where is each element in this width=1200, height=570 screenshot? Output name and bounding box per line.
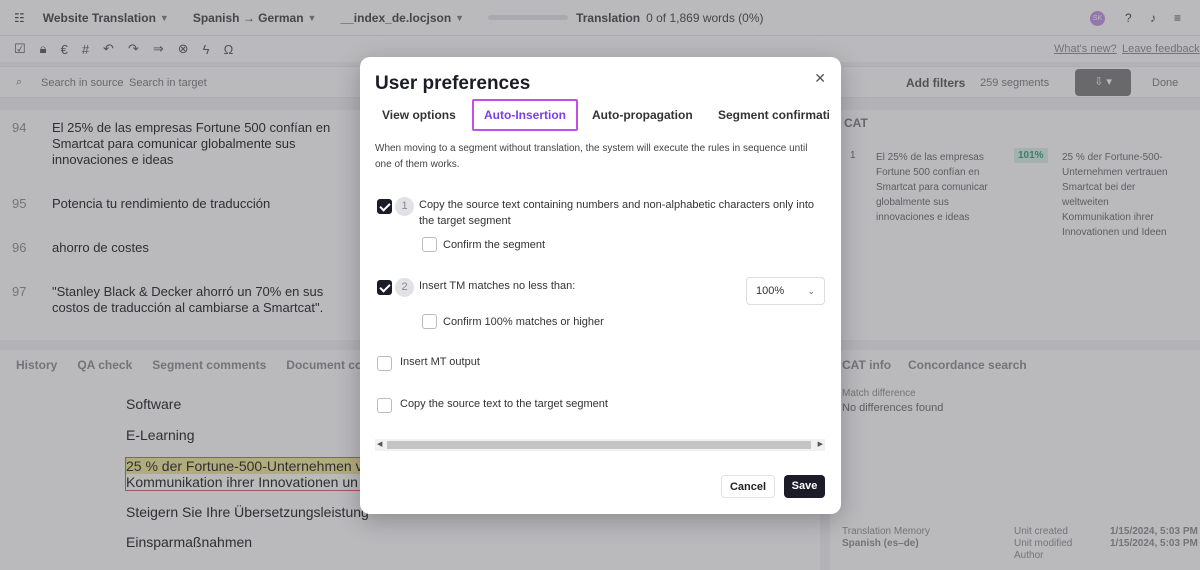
- tm-threshold-value: 100%: [756, 285, 785, 297]
- rule-2-checkbox[interactable]: [377, 280, 392, 295]
- horizontal-scrollbar[interactable]: ◀ ▶: [375, 439, 825, 451]
- tab-view-options[interactable]: View options: [372, 99, 466, 131]
- scrollbar-thumb[interactable]: [387, 441, 811, 449]
- rule-2-label: Insert TM matches no less than:: [419, 280, 576, 292]
- preferences-tabs: View options Auto-Insertion Auto-propaga…: [372, 99, 829, 131]
- dialog-title: User preferences: [375, 73, 531, 94]
- rule-3-label: Insert MT output: [400, 356, 480, 368]
- rule-1-checkbox[interactable]: [377, 199, 392, 214]
- tab-auto-insertion[interactable]: Auto-Insertion: [472, 99, 578, 131]
- rule-1-label: Copy the source text containing numbers …: [419, 199, 815, 227]
- tm-threshold-select[interactable]: 100% ⌄: [746, 277, 825, 305]
- rule-2-number: 2: [395, 278, 414, 297]
- rule-1-number: 1: [395, 197, 414, 216]
- tab-segment-confirmation[interactable]: Segment confirmatic: [708, 99, 829, 131]
- rule-2-confirm-label: Confirm 100% matches or higher: [443, 316, 604, 328]
- auto-insertion-description: When moving to a segment without transla…: [375, 143, 808, 170]
- rule-1-confirm-label: Confirm the segment: [443, 239, 546, 251]
- tab-auto-propagation[interactable]: Auto-propagation: [582, 99, 703, 131]
- save-button[interactable]: Save: [784, 475, 825, 498]
- rule-1-confirm-checkbox[interactable]: [422, 237, 437, 252]
- scroll-right-icon[interactable]: ▶: [818, 439, 823, 451]
- chevron-down-icon: ⌄: [807, 286, 815, 296]
- close-icon[interactable]: ✕: [814, 70, 826, 87]
- rule-3-checkbox[interactable]: [377, 356, 392, 371]
- scroll-left-icon[interactable]: ◀: [377, 439, 382, 451]
- rule-2-confirm-checkbox[interactable]: [422, 314, 437, 329]
- cancel-button[interactable]: Cancel: [721, 475, 775, 498]
- rule-4-checkbox[interactable]: [377, 398, 392, 413]
- rule-4-label: Copy the source text to the target segme…: [400, 398, 608, 410]
- user-preferences-dialog: User preferences ✕ View options Auto-Ins…: [360, 57, 841, 514]
